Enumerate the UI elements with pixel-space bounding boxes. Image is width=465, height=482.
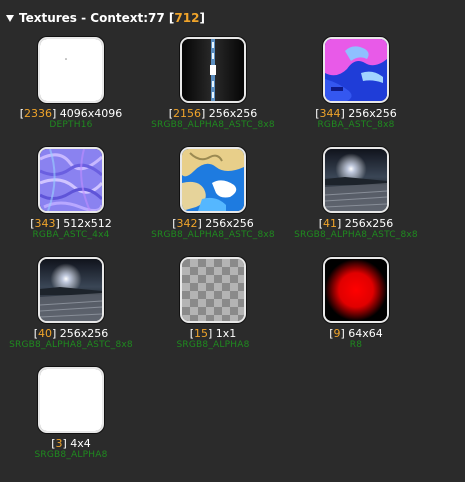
texture-format: SRGB8_ALPHA8_ASTC_8x8 — [9, 340, 133, 350]
texture-size-line: [3] 4x4 — [51, 437, 91, 450]
texture-size-line: [15] 1x1 — [189, 327, 237, 340]
texture-format: SRGB8_ALPHA8_ASTC_8x8 — [151, 120, 275, 130]
texture-thumbnail[interactable] — [180, 147, 246, 213]
texture-format: SRGB8_ALPHA8_ASTC_8x8 — [151, 230, 275, 240]
texture-thumbnail[interactable] — [180, 257, 246, 323]
texture-size-line: [2156] 256x256 — [168, 107, 258, 120]
texture-size-line: [40] 256x256 — [33, 327, 109, 340]
texture-thumbnail[interactable] — [38, 147, 104, 213]
texture-item[interactable]: [342] 256x256 SRGB8_ALPHA8_ASTC_8x8 — [143, 147, 283, 262]
texture-format: SRGB8_ALPHA8_ASTC_8x8 — [294, 230, 418, 240]
texture-id: 343 — [34, 217, 56, 230]
texture-dimensions: 1x1 — [215, 327, 237, 340]
texture-id: 40 — [37, 327, 52, 340]
textures-section-header[interactable]: Textures - Context:77 [712] — [6, 9, 205, 27]
texture-dimensions: 256x256 — [348, 107, 397, 120]
section-title: Textures - Context:77 — [19, 11, 165, 25]
texture-item[interactable]: [2156] 256x256 SRGB8_ALPHA8_ASTC_8x8 — [143, 37, 283, 152]
texture-dimensions: 256x256 — [208, 107, 258, 120]
texture-thumbnail[interactable] — [38, 367, 104, 433]
texture-size-line: [344] 256x256 — [315, 107, 397, 120]
texture-id: 2156 — [172, 107, 201, 120]
texture-item[interactable]: [343] 512x512 RGBA_ASTC_4x4 — [1, 147, 141, 262]
texture-item[interactable]: [40] 256x256 SRGB8_ALPHA8_ASTC_8x8 — [1, 257, 141, 372]
texture-dimensions: 256x256 — [205, 217, 254, 230]
texture-id: 344 — [319, 107, 341, 120]
texture-item[interactable]: [9] 64x64 R8 — [286, 257, 426, 372]
texture-size-line: [342] 256x256 — [172, 217, 254, 230]
texture-id: 41 — [322, 217, 337, 230]
texture-format: DEPTH16 — [49, 120, 93, 130]
texture-id: 2336 — [24, 107, 52, 120]
texture-id: 15 — [193, 327, 208, 340]
texture-item[interactable]: [15] 1x1 SRGB8_ALPHA8 — [143, 257, 283, 372]
texture-format: SRGB8_ALPHA8 — [176, 340, 250, 350]
texture-format: SRGB8_ALPHA8 — [34, 450, 108, 460]
texture-thumbnail[interactable] — [180, 37, 246, 103]
texture-dimensions: 256x256 — [344, 217, 394, 230]
texture-thumbnail[interactable] — [323, 257, 389, 323]
texture-dimensions: 4096x4096 — [59, 107, 123, 120]
texture-thumbnail[interactable] — [323, 37, 389, 103]
texture-format: R8 — [349, 340, 363, 350]
texture-size-line: [2336] 4096x4096 — [19, 107, 123, 120]
expand-triangle-icon[interactable] — [6, 15, 14, 22]
texture-item[interactable]: [344] 256x256 RGBA_ASTC_8x8 — [286, 37, 426, 152]
texture-item[interactable]: [41] 256x256 SRGB8_ALPHA8_ASTC_8x8 — [286, 147, 426, 262]
texture-item[interactable]: [3] 4x4 SRGB8_ALPHA8 — [1, 367, 141, 482]
texture-count: 712 — [174, 11, 200, 25]
texture-dimensions: 4x4 — [70, 437, 91, 450]
texture-dimensions: 256x256 — [59, 327, 109, 340]
texture-format: RGBA_ASTC_4x4 — [32, 230, 110, 240]
texture-dimensions: 512x512 — [63, 217, 112, 230]
texture-thumbnail[interactable] — [38, 37, 104, 103]
texture-dimensions: 64x64 — [348, 327, 383, 340]
texture-thumbnail[interactable] — [38, 257, 104, 323]
texture-id: 342 — [176, 217, 198, 230]
texture-size-line: [41] 256x256 — [318, 217, 394, 230]
texture-size-line: [343] 512x512 — [30, 217, 112, 230]
texture-size-line: [9] 64x64 — [329, 327, 383, 340]
texture-item[interactable]: [2336] 4096x4096 DEPTH16 — [1, 37, 141, 152]
texture-format: RGBA_ASTC_8x8 — [317, 120, 395, 130]
texture-thumbnail[interactable] — [323, 147, 389, 213]
